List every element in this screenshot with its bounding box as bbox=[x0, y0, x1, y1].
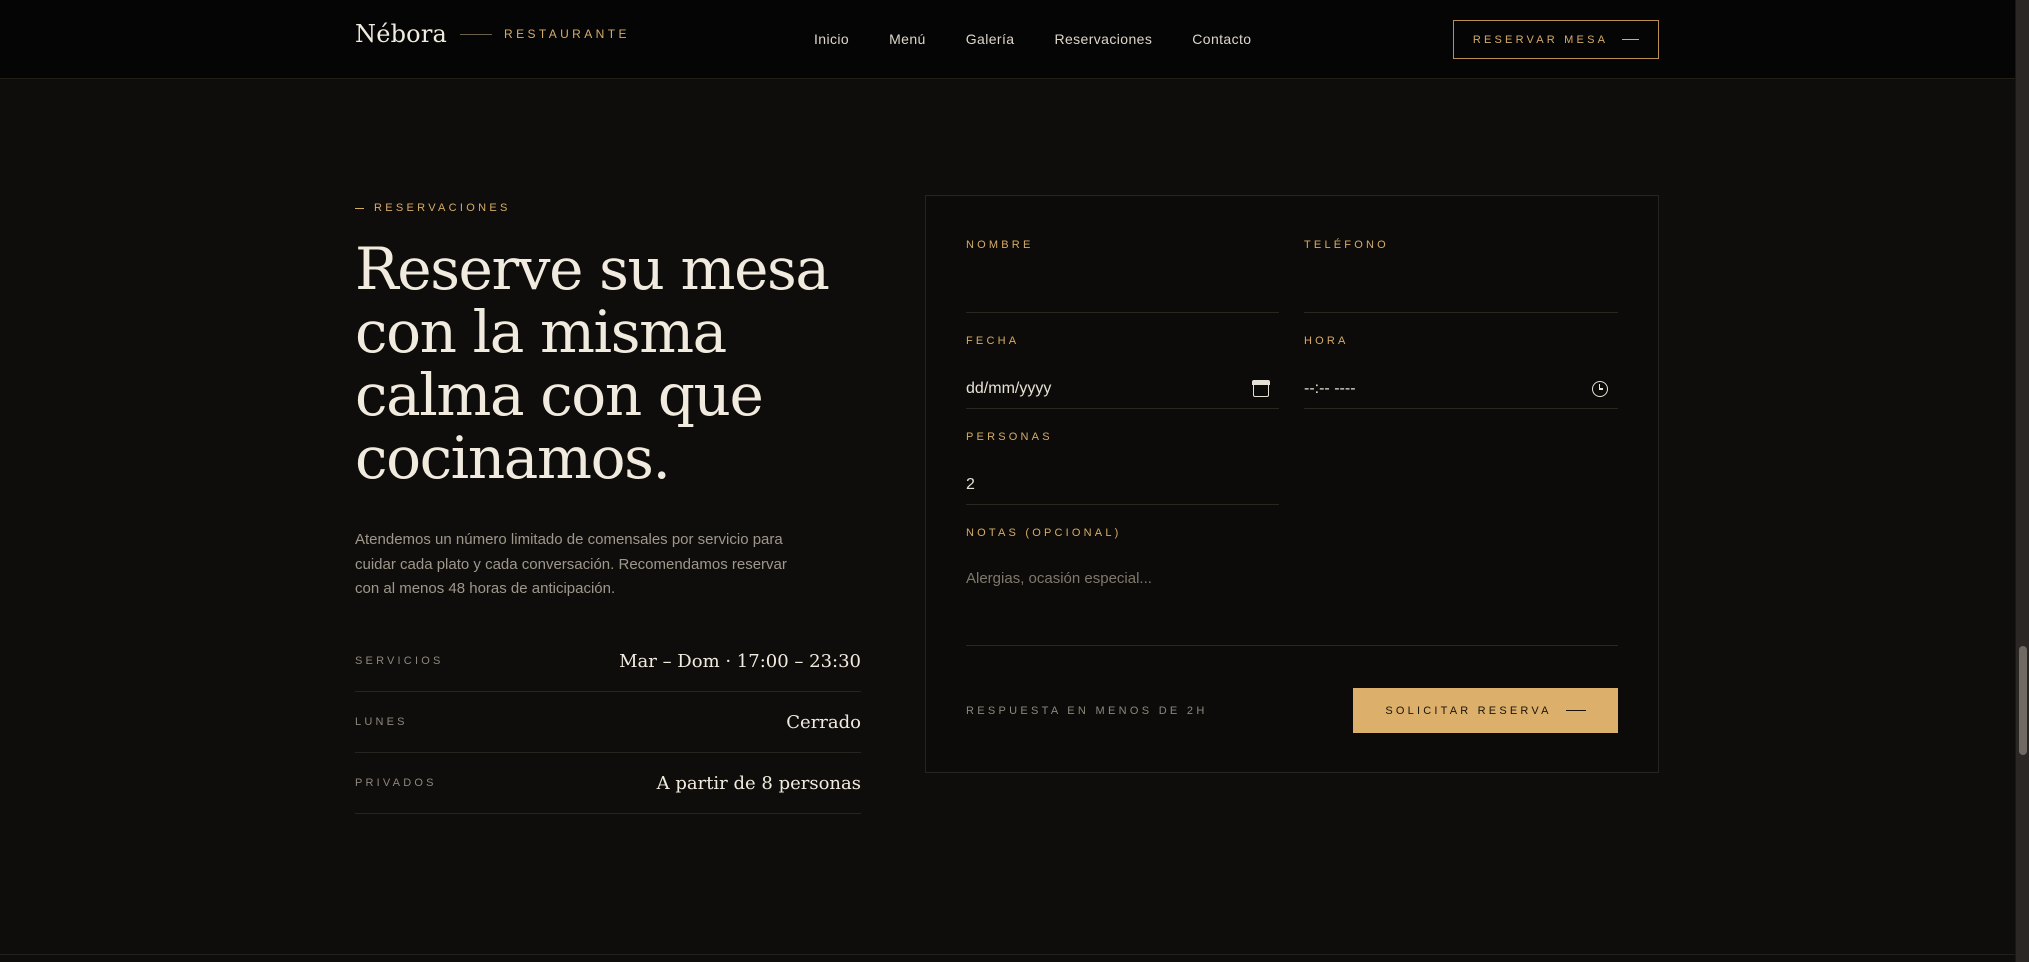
info-label: PRIVADOS bbox=[355, 777, 437, 789]
headline-line: Reserve su mesa bbox=[355, 235, 830, 303]
main-navigation: Inicio Menú Galería Reservaciones Contac… bbox=[814, 31, 1251, 47]
nombre-field-group: NOMBRE bbox=[966, 239, 1279, 313]
info-row-services: SERVICIOS Mar – Dom · 17:00 – 23:30 bbox=[355, 631, 861, 692]
submit-label: SOLICITAR RESERVA bbox=[1385, 704, 1552, 717]
personas-field-group: PERSONAS 2 bbox=[966, 431, 1279, 505]
info-row-private: PRIVADOS A partir de 8 personas bbox=[355, 753, 861, 814]
notas-field-group: NOTAS (OPCIONAL) Alergias, ocasión espec… bbox=[966, 527, 1618, 646]
brand-divider bbox=[460, 33, 492, 35]
hora-label: HORA bbox=[1304, 335, 1349, 347]
form-footer: RESPUESTA EN MENOS DE 2H SOLICITAR RESER… bbox=[966, 688, 1618, 733]
personas-select[interactable]: 2 bbox=[966, 466, 1279, 505]
fecha-input[interactable]: dd/mm/yyyy bbox=[966, 370, 1279, 409]
brand-name[interactable]: Nébora bbox=[355, 20, 447, 48]
reserve-table-label: RESERVAR MESA bbox=[1472, 33, 1609, 46]
section-eyebrow: RESERVACIONES bbox=[355, 202, 511, 214]
nav-inicio[interactable]: Inicio bbox=[814, 31, 849, 47]
nav-menu[interactable]: Menú bbox=[889, 31, 926, 47]
nav-reservaciones[interactable]: Reservaciones bbox=[1054, 31, 1152, 47]
hora-value: --:-- ---- bbox=[1304, 380, 1356, 397]
notas-label: NOTAS (OPCIONAL) bbox=[966, 527, 1122, 539]
calendar-icon[interactable] bbox=[1252, 380, 1270, 397]
info-value: Mar – Dom · 17:00 – 23:30 bbox=[619, 650, 861, 672]
telefono-input[interactable] bbox=[1304, 274, 1618, 313]
scrollbar-thumb[interactable] bbox=[2019, 646, 2027, 755]
fecha-label: FECHA bbox=[966, 335, 1020, 347]
page-title: Reserve su mesa con la misma calma con q… bbox=[355, 238, 855, 490]
personas-label: PERSONAS bbox=[966, 431, 1053, 443]
intro-text: Atendemos un número limitado de comensal… bbox=[355, 531, 787, 597]
brand-tagline: RESTAURANTE bbox=[504, 27, 630, 41]
notas-textarea[interactable]: Alergias, ocasión especial... bbox=[966, 562, 1618, 646]
page-scrollbar[interactable] bbox=[2015, 0, 2029, 962]
nav-contacto[interactable]: Contacto bbox=[1192, 31, 1251, 47]
submit-reservation-button[interactable]: SOLICITAR RESERVA bbox=[1353, 688, 1618, 733]
telefono-label: TELÉFONO bbox=[1304, 239, 1389, 251]
headline-line: con la misma bbox=[355, 298, 727, 366]
response-time-note: RESPUESTA EN MENOS DE 2H bbox=[966, 704, 1208, 717]
fecha-value: dd/mm/yyyy bbox=[966, 380, 1052, 397]
site-header: Nébora RESTAURANTE Inicio Menú Galería R… bbox=[0, 0, 2015, 79]
info-label: SERVICIOS bbox=[355, 655, 444, 667]
info-value: A partir de 8 personas bbox=[656, 772, 861, 794]
reservation-form: NOMBRE TELÉFONO FECHA dd/mm/yyyy HORA --… bbox=[925, 195, 1659, 773]
info-row-monday: LUNES Cerrado bbox=[355, 692, 861, 753]
arrow-line-icon bbox=[1622, 39, 1640, 40]
nombre-label: NOMBRE bbox=[966, 239, 1034, 251]
info-value: Cerrado bbox=[786, 711, 861, 733]
section-divider bbox=[0, 954, 2015, 955]
telefono-field-group: TELÉFONO bbox=[1304, 239, 1618, 313]
reserve-table-button[interactable]: RESERVAR MESA bbox=[1453, 20, 1659, 59]
nombre-input[interactable] bbox=[966, 274, 1279, 313]
hora-input[interactable]: --:-- ---- bbox=[1304, 370, 1618, 409]
brand[interactable]: Nébora RESTAURANTE bbox=[355, 20, 630, 48]
headline-line: cocinamos. bbox=[355, 424, 671, 492]
fecha-field-group: FECHA dd/mm/yyyy bbox=[966, 335, 1279, 409]
service-info-list: SERVICIOS Mar – Dom · 17:00 – 23:30 LUNE… bbox=[355, 631, 861, 814]
arrow-line-icon bbox=[1565, 710, 1586, 711]
eyebrow-dash bbox=[355, 207, 364, 209]
nav-galeria[interactable]: Galería bbox=[966, 31, 1015, 47]
clock-icon[interactable] bbox=[1592, 381, 1608, 397]
eyebrow-label: RESERVACIONES bbox=[374, 202, 511, 214]
hora-field-group: HORA --:-- ---- bbox=[1304, 335, 1618, 409]
info-label: LUNES bbox=[355, 716, 408, 728]
reservation-page: Nébora RESTAURANTE Inicio Menú Galería R… bbox=[0, 0, 2015, 962]
headline-line: calma con que bbox=[355, 361, 764, 429]
